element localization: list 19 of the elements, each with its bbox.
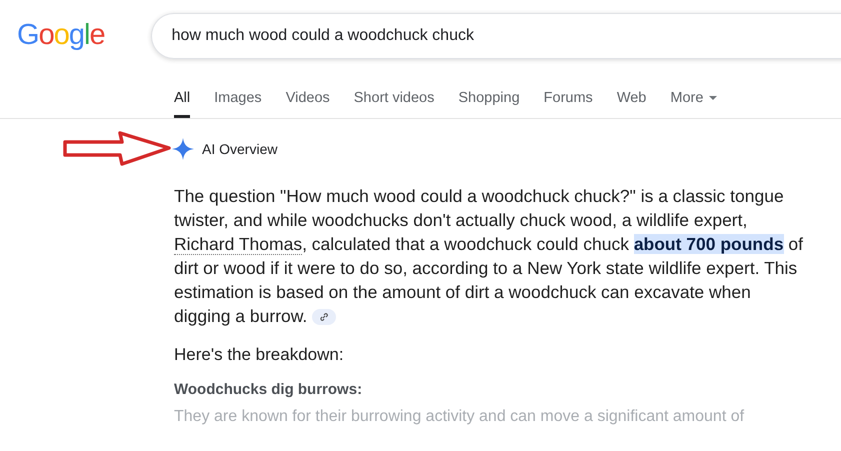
search-tab[interactable]: Videos <box>286 82 330 118</box>
caret-icon <box>709 96 718 101</box>
search-tab[interactable]: Short videos <box>354 82 434 118</box>
search-tab[interactable]: All <box>174 82 190 118</box>
google-logo[interactable]: Google <box>17 18 105 54</box>
search-tab[interactable]: Forums <box>544 82 593 118</box>
link-icon[interactable] <box>312 309 336 326</box>
search-tab[interactable]: Images <box>214 82 262 118</box>
search-tab[interactable]: More <box>670 82 718 118</box>
search-field[interactable]: how much wood could a woodchuck chuck <box>150 13 841 59</box>
search-tab[interactable]: Shopping <box>458 82 520 118</box>
search-tab[interactable]: Web <box>616 82 646 118</box>
overview-paragraph: The question "How much wood could a woodchuck chuck?" is a classic tongue twister, and while woodchucks don't actually chuck wood, a wildlife expert, Richard Thomas, calculated that a woodchuck could chuck about 700 pounds of dirt or wood if it were to do so, according to a New York state wildlife expert. This estimation is based on the amount of dirt a woodchuck can excavate when digging a burrow. <box>174 185 804 328</box>
subheading: Woodchucks dig burrows: <box>174 381 364 398</box>
section-heading: Here's the breakdown: <box>174 345 345 365</box>
name-link[interactable]: Richard Thomas <box>174 234 302 255</box>
overview-title: AI Overview <box>202 141 278 157</box>
sparkle-icon <box>172 138 194 160</box>
faded-text: They are known for their burrowing activity and can move a significant amount of <box>174 408 746 426</box>
